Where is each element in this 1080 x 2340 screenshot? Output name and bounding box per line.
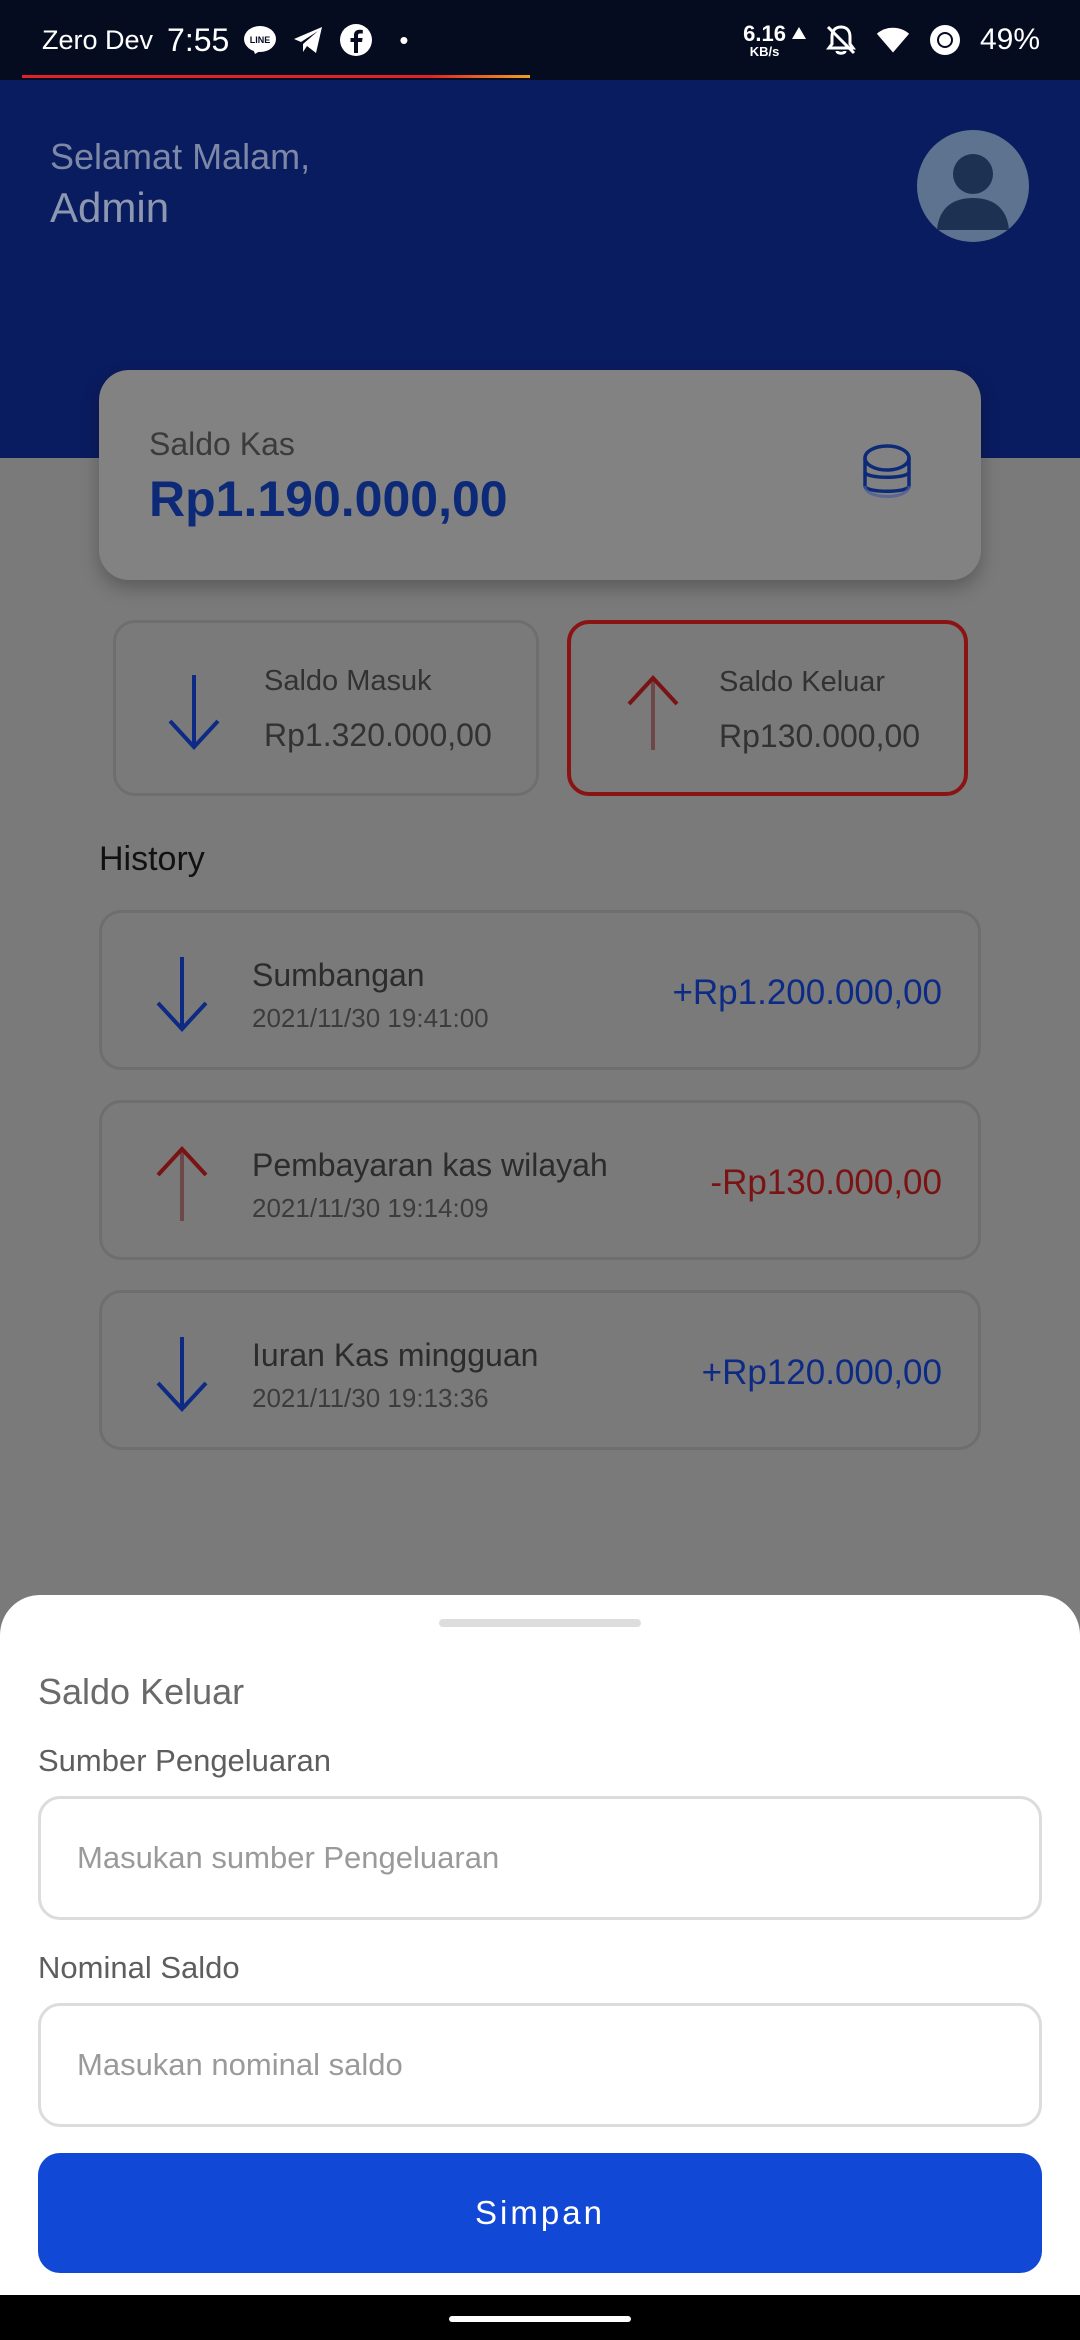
history-item-date: 2021/11/30 19:41:00 xyxy=(252,1003,489,1033)
network-speed-value: 6.16 xyxy=(743,20,786,46)
expense-summary-card[interactable]: Saldo Keluar Rp130.000,00 xyxy=(567,620,968,796)
bell-off-icon xyxy=(824,23,858,57)
expense-source-input[interactable] xyxy=(38,1796,1042,1920)
network-speed-unit: KB/s xyxy=(749,43,780,59)
status-progress-line xyxy=(22,75,530,78)
carrier-label: Zero Dev xyxy=(42,24,154,55)
sheet-drag-handle[interactable] xyxy=(439,1619,641,1627)
history-item-amount: +Rp120.000,00 xyxy=(701,1353,942,1392)
income-label: Saldo Masuk xyxy=(264,665,432,697)
expense-label: Saldo Keluar xyxy=(719,666,886,698)
arrow-up-icon xyxy=(156,1146,208,1221)
history-item-name: Iuran Kas mingguan xyxy=(252,1337,539,1373)
status-bar: Zero Dev 7:55 LINE • 6.16 KB/s 49% xyxy=(0,0,1080,80)
history-item-date: 2021/11/30 19:13:36 xyxy=(252,1383,489,1413)
history-item[interactable]: Sumbangan 2021/11/30 19:41:00 +Rp1.200.0… xyxy=(99,910,981,1070)
telegram-icon xyxy=(291,23,325,57)
coins-stack-icon xyxy=(863,444,911,498)
history-title: History xyxy=(99,840,205,878)
arrow-down-icon xyxy=(156,957,208,1032)
income-value: Rp1.320.000,00 xyxy=(264,717,492,753)
expense-value: Rp130.000,00 xyxy=(719,718,921,754)
source-field-label: Sumber Pengeluaran xyxy=(38,1743,331,1778)
sheet-title: Saldo Keluar xyxy=(38,1671,245,1712)
line-icon: LINE xyxy=(243,23,277,57)
history-item-name: Sumbangan xyxy=(252,957,425,993)
greeting-text: Selamat Malam, xyxy=(50,136,311,177)
battery-saver-icon xyxy=(928,23,962,57)
battery-level: 49% xyxy=(979,23,1040,56)
history-item[interactable]: Iuran Kas mingguan 2021/11/30 19:13:36 +… xyxy=(99,1290,981,1450)
system-nav-bar xyxy=(0,2295,1080,2340)
clock: 7:55 xyxy=(167,21,230,58)
history-item-amount: +Rp1.200.000,00 xyxy=(672,973,942,1012)
network-speed: 6.16 KB/s xyxy=(743,20,786,59)
history-item-date: 2021/11/30 19:14:09 xyxy=(252,1193,489,1223)
bottom-sheet: Saldo Keluar Sumber Pengeluaran Nominal … xyxy=(0,1595,1080,2295)
amount-field-label: Nominal Saldo xyxy=(38,1950,240,1985)
save-button[interactable]: Simpan xyxy=(38,2153,1042,2273)
balance-card: Saldo Kas Rp1.190.000,00 xyxy=(99,370,981,580)
upload-arrow-icon xyxy=(791,16,806,50)
history-item[interactable]: Pembayaran kas wilayah 2021/11/30 19:14:… xyxy=(99,1100,981,1260)
avatar[interactable] xyxy=(917,130,1029,242)
history-item-amount: -Rp130.000,00 xyxy=(710,1163,942,1202)
history-item-name: Pembayaran kas wilayah xyxy=(252,1147,608,1183)
income-summary-card[interactable]: Saldo Masuk Rp1.320.000,00 xyxy=(113,620,539,796)
user-icon xyxy=(937,154,1009,230)
notification-dot-icon: • xyxy=(399,24,409,55)
home-gesture-handle[interactable] xyxy=(449,2316,631,2322)
facebook-icon xyxy=(339,23,373,57)
balance-label: Saldo Kas xyxy=(149,426,295,462)
arrow-down-icon xyxy=(156,1337,208,1412)
user-name: Admin xyxy=(50,184,170,231)
wifi-icon xyxy=(876,23,910,57)
amount-input[interactable] xyxy=(38,2003,1042,2127)
arrow-down-icon xyxy=(168,675,220,750)
balance-value: Rp1.190.000,00 xyxy=(149,471,508,527)
svg-text:LINE: LINE xyxy=(250,35,271,45)
arrow-up-icon xyxy=(627,675,679,750)
